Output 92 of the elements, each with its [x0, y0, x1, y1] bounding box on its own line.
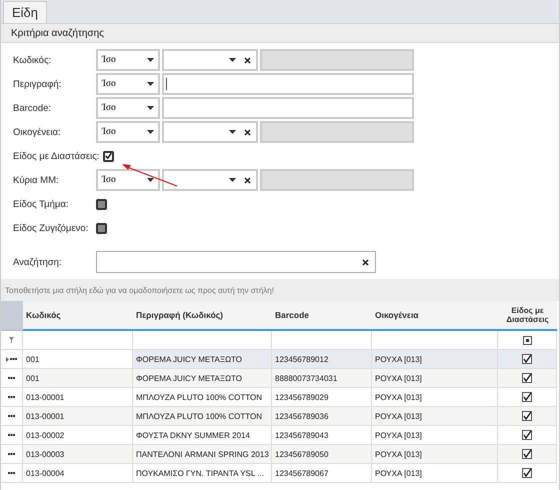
- column-header[interactable]: Είδος με Διαστάσεις: [498, 301, 557, 331]
- group-panel: Τοποθετήστε μια στήλη εδώ για να ομαδοποιήσετε ως προς αυτή την στήλη!: [1, 279, 559, 301]
- checkbox[interactable]: [522, 392, 532, 402]
- tab[interactable]: Είδη: [3, 1, 48, 23]
- annotation-arrow: [121, 162, 179, 188]
- clear-icon[interactable]: [362, 258, 369, 266]
- section-header: Κριτήρια αναζήτησης: [1, 24, 559, 43]
- column-header[interactable]: Κωδικός: [23, 301, 133, 331]
- table-cell: 123456789067: [272, 464, 372, 483]
- table-cell: ΡΟΥΧΑ [013]: [372, 426, 498, 445]
- field-label: Κωδικός:: [12, 54, 52, 66]
- field-label: Είδος με Διαστάσεις:: [12, 150, 100, 162]
- table-cell: 013-00003: [23, 445, 133, 464]
- row-indicator[interactable]: [1, 464, 23, 483]
- field-label: Είδος Ζυγιζόμενο:: [12, 222, 90, 234]
- clear-icon[interactable]: [244, 128, 251, 136]
- row-indicator[interactable]: [1, 426, 23, 445]
- field-label: Κύρια ΜΜ:: [12, 174, 60, 186]
- dropdown-arrow-icon[interactable]: [229, 58, 236, 62]
- table-cell: 001: [23, 369, 133, 388]
- table-cell: ΜΠΛΟΥΖΑ PLUTO 100% COTTON: [133, 407, 272, 426]
- table-cell: 123456789012: [272, 350, 372, 369]
- operator-dropdown[interactable]: Ίσο: [96, 169, 160, 191]
- clear-icon[interactable]: [244, 56, 251, 64]
- operator-dropdown[interactable]: Ίσο: [96, 121, 160, 143]
- table-cell: ΡΟΥΧΑ [013]: [372, 445, 498, 464]
- field-label: Είδος Τμήμα:: [12, 198, 70, 210]
- table-cell: 013-00001: [23, 407, 133, 426]
- field-label: Αναζήτηση:: [12, 256, 63, 268]
- table-cell: ΠΑΝΤΕΛΟΝΙ ARMANI SPRING 2013: [133, 445, 272, 464]
- filter-cell[interactable]: [23, 331, 133, 350]
- filter-cell[interactable]: [272, 331, 372, 350]
- table-cell: ΡΟΥΧΑ [013]: [372, 369, 498, 388]
- table-cell: 88880073734031: [272, 369, 372, 388]
- checkbox[interactable]: [522, 468, 532, 478]
- checkbox[interactable]: [522, 449, 532, 459]
- table-cell: ΠΟΥΚΑΜΙΣΟ ΓΥΝ. ΤΙΡΑΝΤΑ YSL ...: [133, 464, 272, 483]
- row-indicator[interactable]: [1, 388, 23, 407]
- table-cell: ΦΟΥΣΤΑ DKNY SUMMER 2014: [133, 426, 272, 445]
- table-cell: ΡΟΥΧΑ [013]: [372, 407, 498, 426]
- field-label: Περιγραφή:: [12, 78, 62, 90]
- value-combobox[interactable]: [162, 169, 258, 191]
- table-cell: ΜΠΛΟΥΖΑ PLUTO 100% COTTON: [133, 388, 272, 407]
- filter-cell[interactable]: [133, 331, 272, 350]
- checkbox-filter-icon[interactable]: [522, 336, 532, 344]
- table-cell: 001: [23, 350, 133, 369]
- dropdown-arrow-icon[interactable]: [147, 178, 154, 182]
- operator-dropdown[interactable]: Ίσο: [96, 73, 160, 95]
- dropdown-arrow-icon[interactable]: [147, 106, 154, 110]
- checkbox[interactable]: [522, 411, 532, 421]
- table-cell: ΡΟΥΧΑ [013]: [372, 388, 498, 407]
- filter-cell[interactable]: [498, 331, 557, 350]
- checkbox[interactable]: [96, 198, 107, 210]
- table-cell: ΦΟΡΕΜΑ JUICY ΜΕΤΑΞΩΤΟ: [133, 350, 272, 369]
- filter-cell[interactable]: [372, 331, 498, 350]
- dropdown-arrow-icon[interactable]: [229, 130, 236, 134]
- table-cell: 013-00001: [23, 388, 133, 407]
- table-cell: 123456789036: [272, 407, 372, 426]
- table-cell: ΡΟΥΧΑ [013]: [372, 350, 498, 369]
- table-cell: 123456789029: [272, 388, 372, 407]
- column-header[interactable]: Περιγραφή (Κωδικός): [133, 301, 272, 331]
- operator-dropdown[interactable]: Ίσο: [96, 49, 160, 71]
- table-cell: 013-00002: [23, 426, 133, 445]
- row-indicator[interactable]: [1, 350, 23, 369]
- checkbox[interactable]: [522, 354, 532, 364]
- column-header[interactable]: Barcode: [272, 301, 372, 331]
- table-cell: 123456789043: [272, 426, 372, 445]
- checkmark-icon: [105, 151, 112, 161]
- table-cell: ΦΟΡΕΜΑ JUICY ΜΕΤΑΞΩΤΟ: [133, 369, 272, 388]
- search-field[interactable]: [96, 251, 376, 273]
- row-indicator[interactable]: [1, 445, 23, 464]
- operator-dropdown[interactable]: Ίσο: [96, 97, 160, 119]
- dropdown-arrow-icon[interactable]: [147, 130, 154, 134]
- column-header[interactable]: Οικογένεια: [372, 301, 498, 331]
- checkbox[interactable]: [96, 222, 107, 234]
- filter-icon[interactable]: [9, 337, 14, 343]
- table-cell: ΡΟΥΧΑ [013]: [372, 464, 498, 483]
- table-cell: 013-00004: [23, 464, 133, 483]
- dropdown-arrow-icon[interactable]: [147, 82, 154, 86]
- input-field[interactable]: [162, 97, 414, 119]
- checkbox[interactable]: [522, 430, 532, 440]
- field-label: Barcode:: [12, 102, 52, 114]
- checkbox[interactable]: [522, 373, 532, 383]
- clear-icon[interactable]: [244, 176, 251, 184]
- table-cell: 123456789050: [272, 445, 372, 464]
- dropdown-arrow-icon[interactable]: [147, 58, 154, 62]
- input-field[interactable]: [162, 73, 414, 95]
- field-label: Οικογένεια:: [12, 126, 62, 138]
- dropdown-arrow-icon[interactable]: [229, 178, 236, 182]
- row-indicator[interactable]: [1, 369, 23, 388]
- row-indicator[interactable]: [1, 407, 23, 426]
- checkbox[interactable]: [103, 150, 114, 162]
